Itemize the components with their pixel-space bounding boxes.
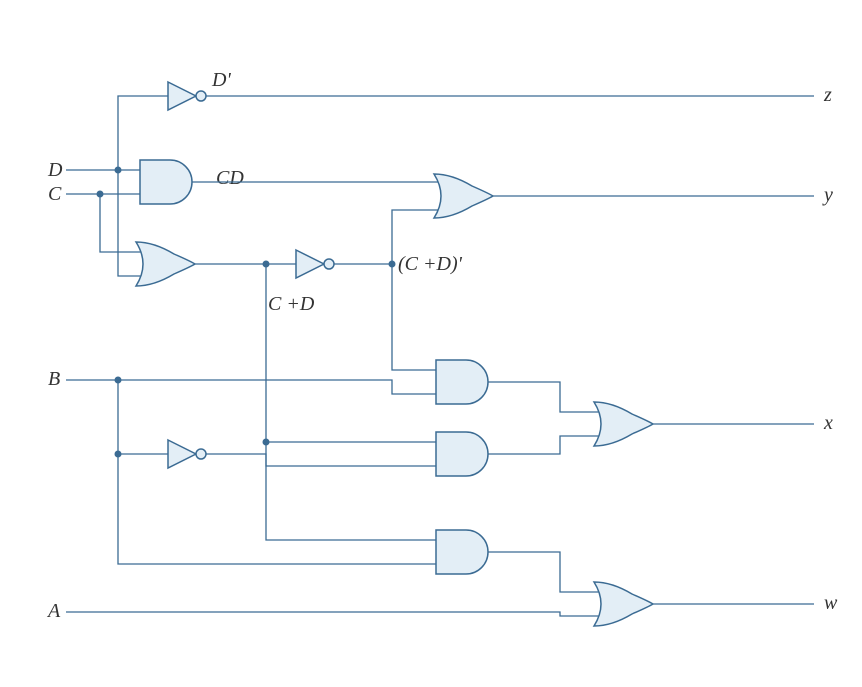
label-y: y (822, 184, 833, 206)
and-gate-cd (140, 160, 192, 204)
and-gate-b-cpd (436, 530, 488, 574)
wire-and2-out (488, 436, 602, 454)
not-gate-b (168, 440, 206, 468)
label-x: x (823, 412, 833, 434)
label-CD: CD (216, 167, 244, 189)
not-gate-d (168, 82, 206, 110)
label-B: B (48, 368, 60, 390)
label-w: w (824, 592, 838, 614)
wire-and3-out (488, 552, 602, 592)
and-gate-nb-cpd (436, 432, 488, 476)
wire-C-down (100, 194, 142, 252)
or-gate-y (434, 174, 493, 218)
wire-cpd-down2 (266, 442, 436, 540)
or-gate-w (594, 582, 653, 626)
label-D: D (47, 159, 63, 181)
label-A: A (46, 600, 61, 622)
label-CplusDprime: (C +D)' (398, 253, 463, 275)
wire-D-up (118, 96, 168, 170)
wire-and1-out (488, 382, 602, 412)
not-gate-cpd (296, 250, 334, 278)
wire-B-right1 (118, 380, 436, 394)
wire-ncpd-down (392, 264, 436, 370)
or-gate-cd (136, 242, 195, 286)
label-CplusD: C +D (268, 293, 315, 315)
label-Dprime: D' (211, 69, 231, 91)
wire-B-far-down (118, 454, 436, 564)
wire-A (66, 612, 602, 616)
wire-nb-out (206, 454, 436, 466)
label-z: z (823, 84, 832, 106)
and-gate-b-ncpd (436, 360, 488, 404)
wire-D-down (118, 170, 142, 276)
wire-B-down (118, 380, 168, 454)
wire-cpd-down1 (266, 264, 436, 442)
logic-diagram: D C B A D' z CD C +D (C +D)' y x w (0, 0, 862, 687)
label-C: C (48, 183, 62, 205)
or-gate-x (594, 402, 653, 446)
